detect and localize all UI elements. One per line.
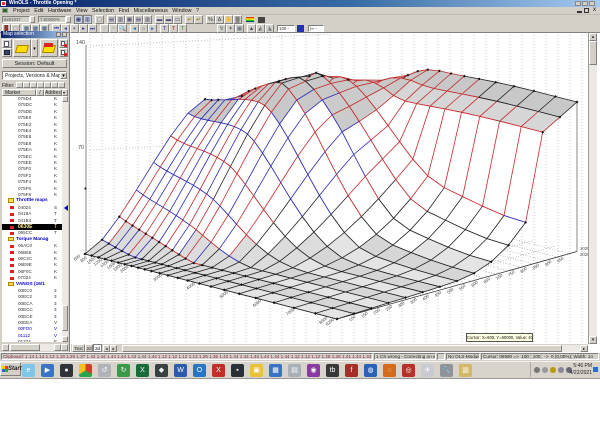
svg-text:900: 900 xyxy=(544,259,553,268)
svg-text:800: 800 xyxy=(519,265,528,274)
svg-text:550: 550 xyxy=(458,283,467,292)
svg-text:450: 450 xyxy=(434,289,443,298)
svg-text:750: 750 xyxy=(507,269,516,278)
svg-text:700: 700 xyxy=(495,272,504,281)
svg-text:500: 500 xyxy=(446,286,455,295)
svg-text:200: 200 xyxy=(372,307,381,316)
svg-text:350: 350 xyxy=(409,296,418,305)
svg-text:300: 300 xyxy=(397,300,406,309)
svg-text:650: 650 xyxy=(482,276,491,285)
svg-text:600: 600 xyxy=(470,279,479,288)
svg-text:850: 850 xyxy=(531,262,540,271)
svg-text:70: 70 xyxy=(78,145,84,151)
svg-text:400: 400 xyxy=(421,293,430,302)
svg-text:250: 250 xyxy=(385,303,394,312)
svg-text:140: 140 xyxy=(76,40,85,46)
svg-text:950: 950 xyxy=(556,255,565,264)
